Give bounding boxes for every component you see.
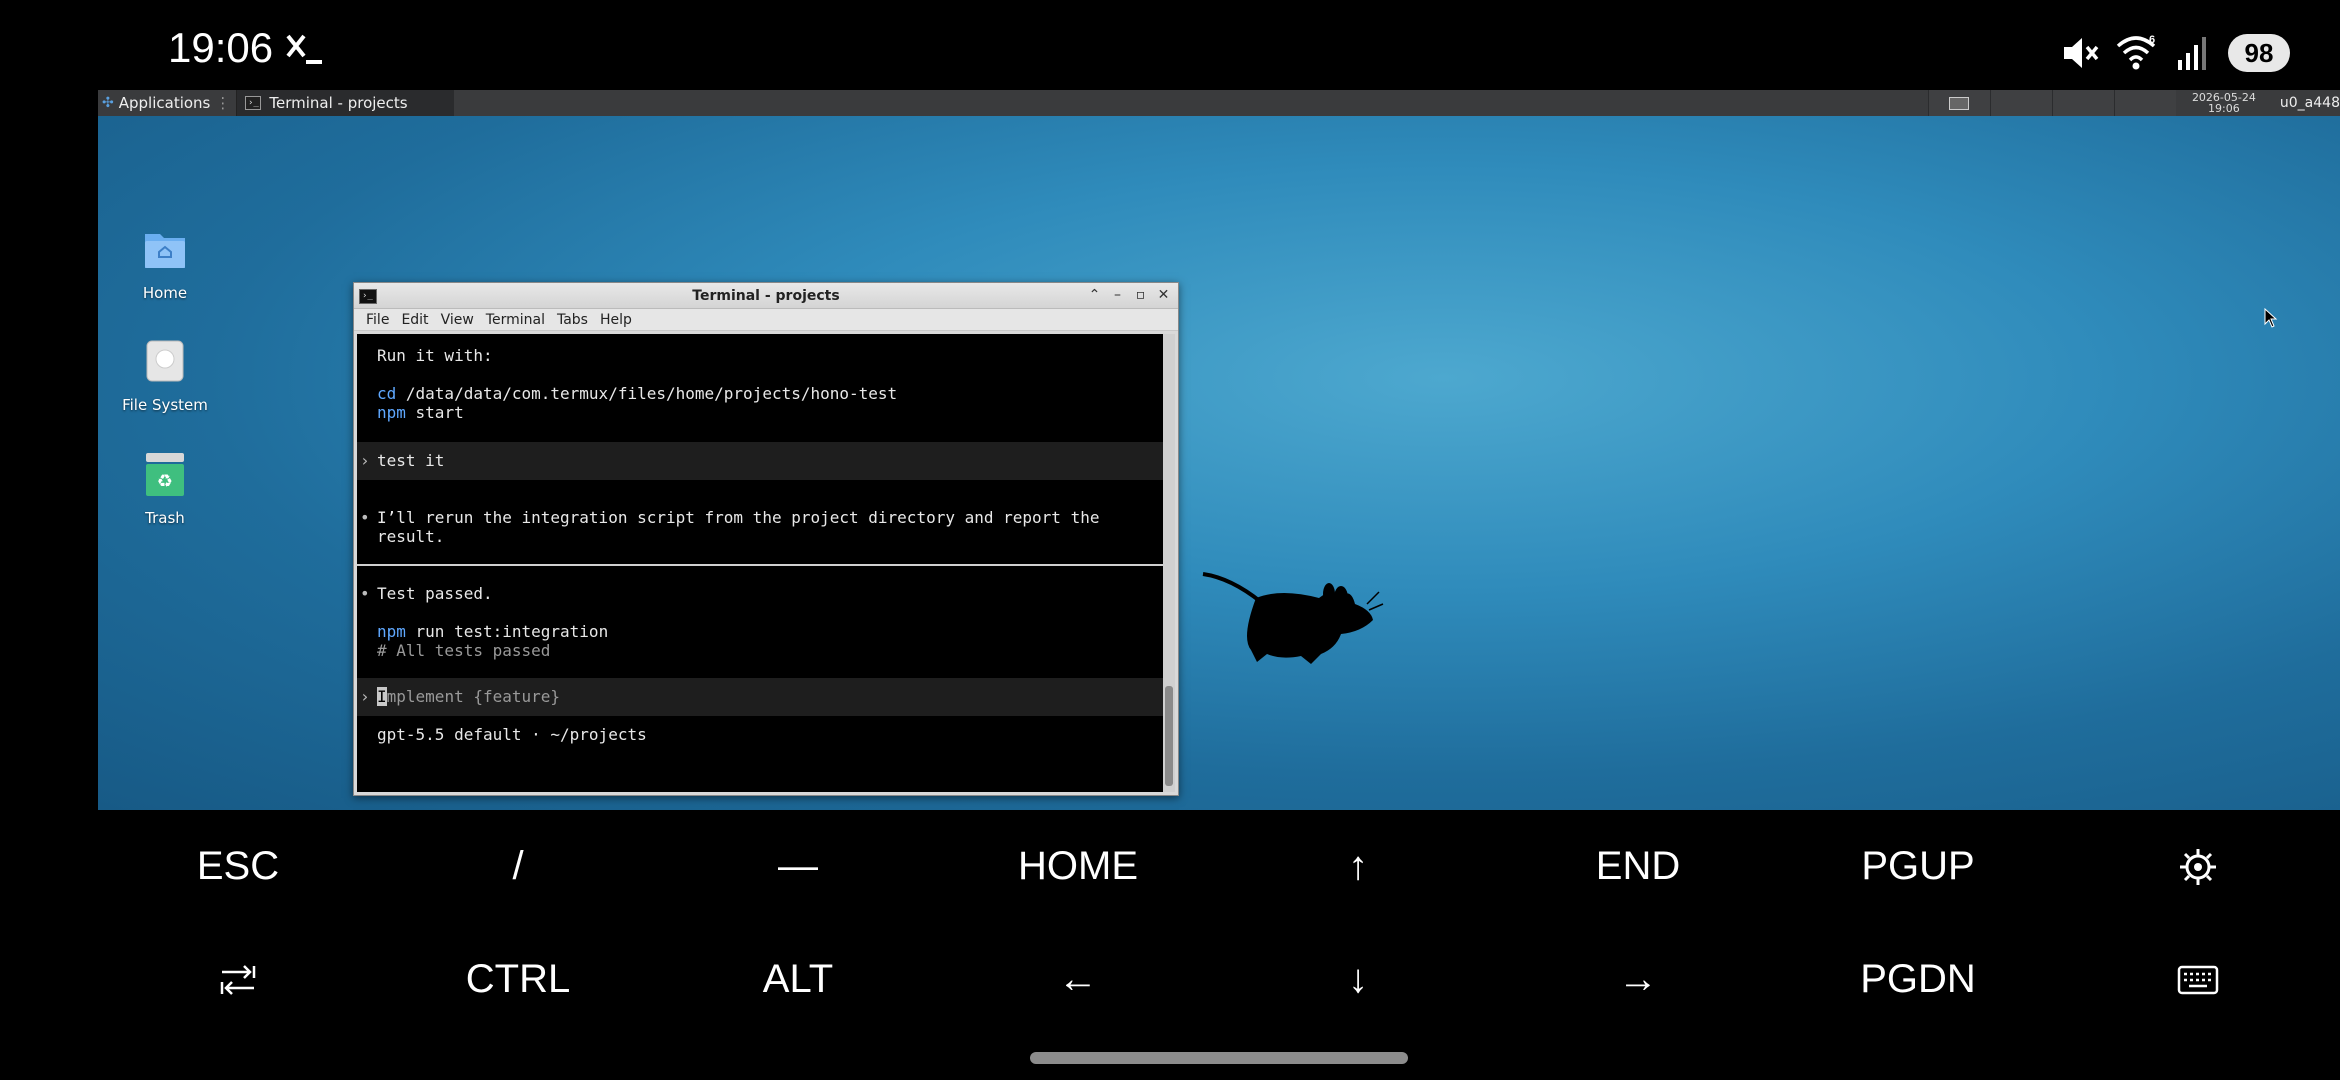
shade-button[interactable]: ⌃ xyxy=(1086,286,1103,305)
svg-text:6: 6 xyxy=(2149,34,2155,46)
wifi-icon: 6 xyxy=(2116,34,2156,70)
menu-view[interactable]: View xyxy=(435,312,480,328)
separator xyxy=(357,564,1163,566)
mouse-pointer-icon xyxy=(2264,308,2278,328)
workspace-4[interactable] xyxy=(2113,90,2176,116)
key-left[interactable]: ← xyxy=(938,923,1218,1036)
desktop-icon-file-system[interactable]: File System xyxy=(115,302,215,414)
desktop-icon-label: Trash xyxy=(145,509,185,527)
terminal-icon: ›_ xyxy=(245,96,262,110)
panel-clock[interactable]: 2026-05-24 19:06 xyxy=(2176,92,2272,114)
key-tab[interactable] xyxy=(98,923,378,1036)
terminal-line: Run it with: xyxy=(377,346,493,365)
desktop-icon-home[interactable]: Home xyxy=(115,190,215,302)
terminal-window[interactable]: ›_ Terminal - projects ⌃ – ▫ ✕ File Edit… xyxy=(353,282,1179,796)
minimize-button[interactable]: – xyxy=(1109,286,1126,305)
xfce-desktop[interactable]: ✣ Applications ⋮ ›_ Terminal - projects … xyxy=(98,90,2340,810)
key-slash[interactable]: / xyxy=(378,810,658,923)
mute-icon xyxy=(2064,38,2099,68)
prompt-input[interactable]: Implement {feature} xyxy=(357,687,1163,706)
terminal-content[interactable]: Run it with: cd /data/data/com.termux/fi… xyxy=(357,334,1163,792)
status-footer: gpt-5.5 default · ~/projects xyxy=(377,725,647,744)
assistant-reply-line: Test passed. xyxy=(377,584,493,603)
status-icons: 6 98 xyxy=(2060,32,2290,74)
menu-edit[interactable]: Edit xyxy=(395,312,434,328)
close-button[interactable]: ✕ xyxy=(1155,286,1172,305)
xfce-mouse-logo xyxy=(1202,572,1384,664)
gear-icon xyxy=(2180,848,2216,885)
scrollbar-thumb[interactable] xyxy=(1165,686,1173,786)
key-home[interactable]: HOME xyxy=(938,810,1218,923)
key-alt[interactable]: ALT xyxy=(658,923,938,1036)
key-up[interactable]: ↑ xyxy=(1218,810,1498,923)
terminal-icon: ›_ xyxy=(359,289,377,304)
panel-user[interactable]: u0_a448 xyxy=(2272,95,2340,111)
input-placeholder: mplement {feature} xyxy=(386,687,561,706)
clock-time: 19:06 xyxy=(2208,102,2240,115)
workspace-3[interactable] xyxy=(2051,90,2114,116)
xfce-logo-icon: ✣ xyxy=(102,95,114,111)
tab-icon xyxy=(220,964,256,995)
status-time: 19:06 xyxy=(168,24,274,71)
x-app-icon xyxy=(286,34,322,64)
menu-help[interactable]: Help xyxy=(594,312,638,328)
key-right[interactable]: → xyxy=(1498,923,1778,1036)
menu-tabs[interactable]: Tabs xyxy=(551,312,594,328)
desktop-icon-label: Home xyxy=(142,284,188,302)
terminal-line: npm start xyxy=(377,403,464,422)
assistant-reply-line: result. xyxy=(377,527,445,546)
terminal-scrollbar[interactable] xyxy=(1163,334,1175,792)
menu-terminal[interactable]: Terminal xyxy=(480,312,551,328)
window-titlebar[interactable]: ›_ Terminal - projects ⌃ – ▫ ✕ xyxy=(354,283,1178,309)
taskbar-item-terminal[interactable]: ›_ Terminal - projects xyxy=(236,90,454,116)
key-esc[interactable]: ESC xyxy=(98,810,378,923)
workspace-switcher[interactable] xyxy=(1927,90,2176,116)
taskbar-item-label: Terminal - projects xyxy=(269,94,408,112)
maximize-button[interactable]: ▫ xyxy=(1132,286,1149,305)
desktop-icon-label: File System xyxy=(122,396,208,414)
terminal-line: cd /data/data/com.termux/files/home/proj… xyxy=(377,384,898,403)
applications-label: Applications xyxy=(118,94,211,112)
workspace-2[interactable] xyxy=(1989,90,2052,116)
key-keyboard[interactable] xyxy=(2058,923,2338,1036)
terminal-menubar: File Edit View Terminal Tabs Help xyxy=(354,309,1178,331)
key-dash[interactable]: — xyxy=(658,810,938,923)
applications-menu-button[interactable]: ✣ Applications ⋮ xyxy=(98,90,236,116)
user-prompt-text: test it xyxy=(377,451,445,470)
key-end[interactable]: END xyxy=(1498,810,1778,923)
assistant-reply-line: I’ll rerun the integration script from t… xyxy=(377,508,1100,527)
terminal-comment: # All tests passed xyxy=(377,641,551,660)
xfce-panel: ✣ Applications ⋮ ›_ Terminal - projects … xyxy=(98,90,2340,116)
gesture-home-indicator[interactable] xyxy=(1030,1052,1408,1064)
terminal-line: npm run test:integration xyxy=(377,622,609,641)
battery-indicator: 98 xyxy=(2228,34,2290,72)
signal-icon xyxy=(2178,37,2206,70)
window-preview-icon xyxy=(1949,96,1970,110)
menu-file[interactable]: File xyxy=(360,312,395,328)
text-cursor: I xyxy=(377,687,387,706)
window-title: Terminal - projects xyxy=(692,287,840,304)
window-controls: ⌃ – ▫ ✕ xyxy=(1086,286,1172,305)
key-down[interactable]: ↓ xyxy=(1218,923,1498,1036)
desktop-icon-trash[interactable]: Trash xyxy=(115,415,215,527)
key-ctrl[interactable]: CTRL xyxy=(378,923,658,1036)
keyboard-icon xyxy=(2177,965,2219,994)
key-settings[interactable] xyxy=(2058,810,2338,923)
android-status-bar: 19:06 6 98 xyxy=(0,0,2340,90)
workspace-1[interactable] xyxy=(1927,90,1990,116)
key-pgdn[interactable]: PGDN xyxy=(1778,923,2058,1036)
key-pgup[interactable]: PGUP xyxy=(1778,810,2058,923)
extra-keys-bar: ESC / — HOME ↑ END PGUP CTRL ALT ← ↓ → P… xyxy=(98,810,2340,1036)
